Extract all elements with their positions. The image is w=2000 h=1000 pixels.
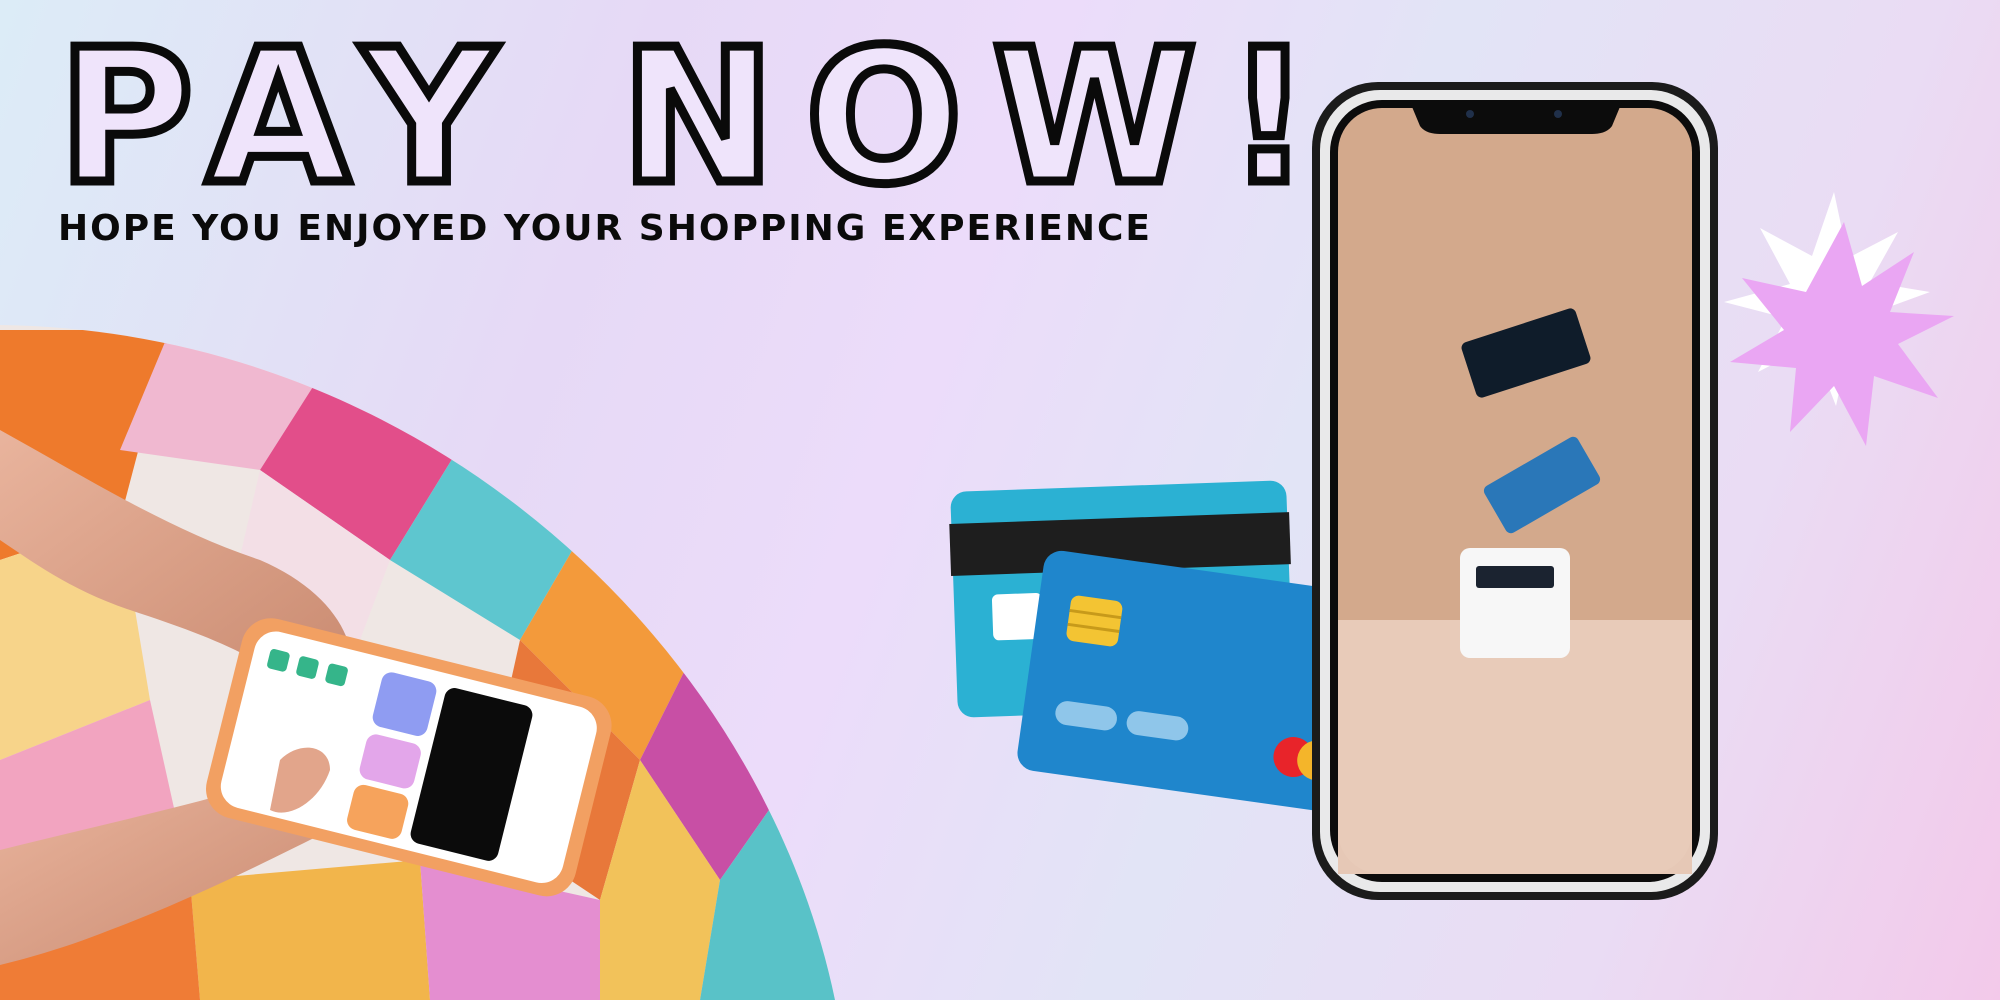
starburst-purple	[1730, 222, 1954, 446]
hands-phone-photo: $2470.38	[0, 82, 1954, 1000]
wallet-balance: $2470.38	[541, 710, 574, 844]
smartphone	[1312, 82, 1718, 900]
